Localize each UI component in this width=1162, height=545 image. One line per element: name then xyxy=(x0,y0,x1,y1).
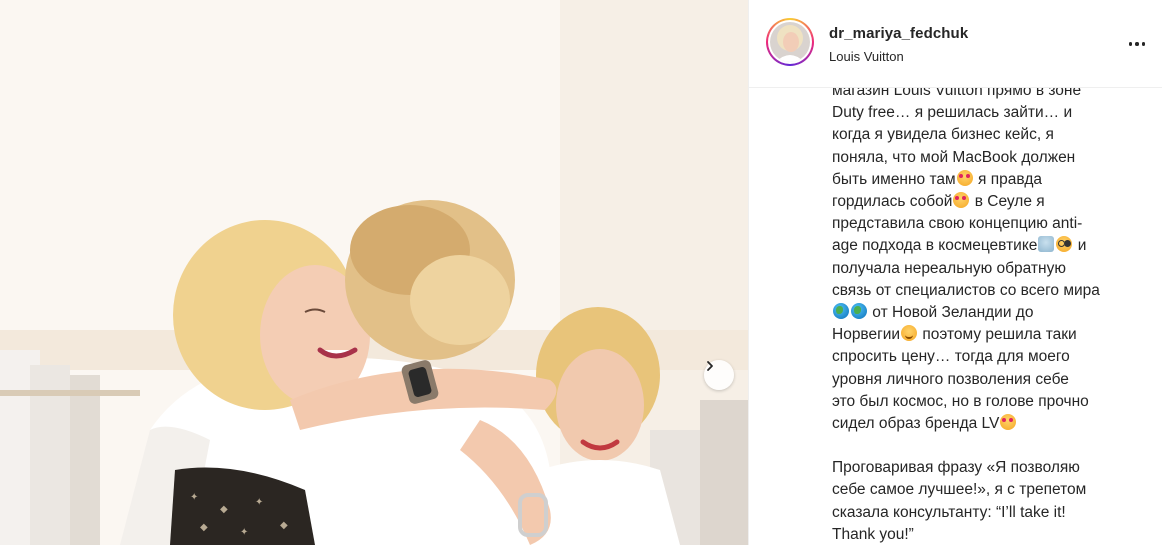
caption-line: гордилась собой в Сеуле я xyxy=(832,191,1132,213)
svg-text:◆: ◆ xyxy=(220,504,228,515)
more-dot xyxy=(1141,42,1146,46)
post-photo-image: ✦ ◆ ✦ ◆ ✦ ◆ xyxy=(0,0,748,545)
username-link[interactable]: dr_mariya_fedchuk xyxy=(829,25,968,42)
post-photo[interactable]: ✦ ◆ ✦ ◆ ✦ ◆ xyxy=(0,0,748,545)
caption-line: это был космос, но в голове прочно xyxy=(832,392,1089,410)
svg-text:✦: ✦ xyxy=(255,497,263,508)
caption-line: когда я увидела бизнес кейс, я xyxy=(832,126,1054,144)
caption-line: от Новой Зеландии до xyxy=(832,302,1132,324)
svg-text:✦: ✦ xyxy=(240,527,248,538)
caption-line: age подхода в космецевтике и xyxy=(832,235,1132,257)
smiling-face-with-hearts-icon xyxy=(956,169,973,186)
caption-line: получала нереальную обратную xyxy=(832,259,1066,277)
globe-icon xyxy=(851,303,867,320)
caption-line: поняла, что мой MacBook должен xyxy=(832,148,1076,166)
globe-icon xyxy=(833,303,849,320)
profile-picture-icon xyxy=(770,22,810,62)
svg-text:◆: ◆ xyxy=(200,522,208,533)
avatar-frame xyxy=(768,20,812,64)
caption-line: спросить цену… тогда для моего xyxy=(832,348,1070,366)
caption-text: и xyxy=(1073,237,1087,255)
caption-line: себе самое лучшее!», я с трепетом xyxy=(832,481,1087,499)
caption-line: Проговаривая фразу «Я позволяю xyxy=(832,459,1080,477)
face-with-glasses-icon xyxy=(1056,236,1073,253)
svg-text:◆: ◆ xyxy=(280,520,288,531)
caption-line: Норвегии поэтому решила таки xyxy=(832,324,1132,346)
caption-line: Thank you!” xyxy=(832,525,914,543)
caption-line: связь от специалистов со всего мира xyxy=(832,281,1100,299)
heart-eyes-icon xyxy=(1000,414,1017,431)
caption-text: от Новой Зеландии до xyxy=(868,304,1034,322)
next-image-button[interactable] xyxy=(704,360,734,390)
caption-text: в Сеуле я xyxy=(970,193,1045,211)
caption-text: сидел образ бренда LV xyxy=(832,415,1000,433)
location-link[interactable]: Louis Vuitton xyxy=(829,49,904,64)
chevron-right-icon xyxy=(707,361,713,371)
caption-line: магазин Louis Vuitton прямо в зоне xyxy=(832,88,1082,99)
avatar[interactable] xyxy=(766,18,814,66)
post-caption: магазин Louis Vuitton прямо в зоне Duty … xyxy=(832,88,1132,545)
more-horizontal-icon xyxy=(1128,42,1133,46)
woman-with-veil-icon xyxy=(1038,236,1055,253)
caption-text: быть именно там xyxy=(832,170,956,188)
caption-line: уровня личного позволения себе xyxy=(832,370,1069,388)
caption-text: поэтому решила таки xyxy=(918,326,1077,344)
caption-scroll-area[interactable]: магазин Louis Vuitton прямо в зоне Duty … xyxy=(749,88,1162,545)
caption-text: age подхода в космецевтике xyxy=(832,237,1038,255)
caption-line: быть именно там я правда xyxy=(832,169,1132,191)
caption-text: гордилась собой xyxy=(832,193,953,211)
post-header: dr_mariya_fedchuk Louis Vuitton xyxy=(749,0,1162,88)
smiling-face-with-hearts-icon xyxy=(953,192,970,209)
smiling-face-icon xyxy=(901,325,918,342)
caption-line: представила свою концепцию anti- xyxy=(832,215,1083,233)
caption-line: сидел образ бренда LV xyxy=(832,413,1132,435)
svg-text:✦: ✦ xyxy=(190,492,198,503)
caption-text: я правда xyxy=(973,170,1043,188)
post-sidebar: магазин Louis Vuitton прямо в зоне Duty … xyxy=(748,0,1162,545)
caption-line: Duty free… я решилась зайти… и xyxy=(832,104,1073,122)
avatar-image xyxy=(770,22,810,62)
more-options-button[interactable] xyxy=(1125,34,1149,54)
more-dot xyxy=(1135,42,1139,46)
caption-line: сказала консультанту: “I’ll take it! xyxy=(832,503,1066,521)
caption-text: Норвегии xyxy=(832,326,901,344)
